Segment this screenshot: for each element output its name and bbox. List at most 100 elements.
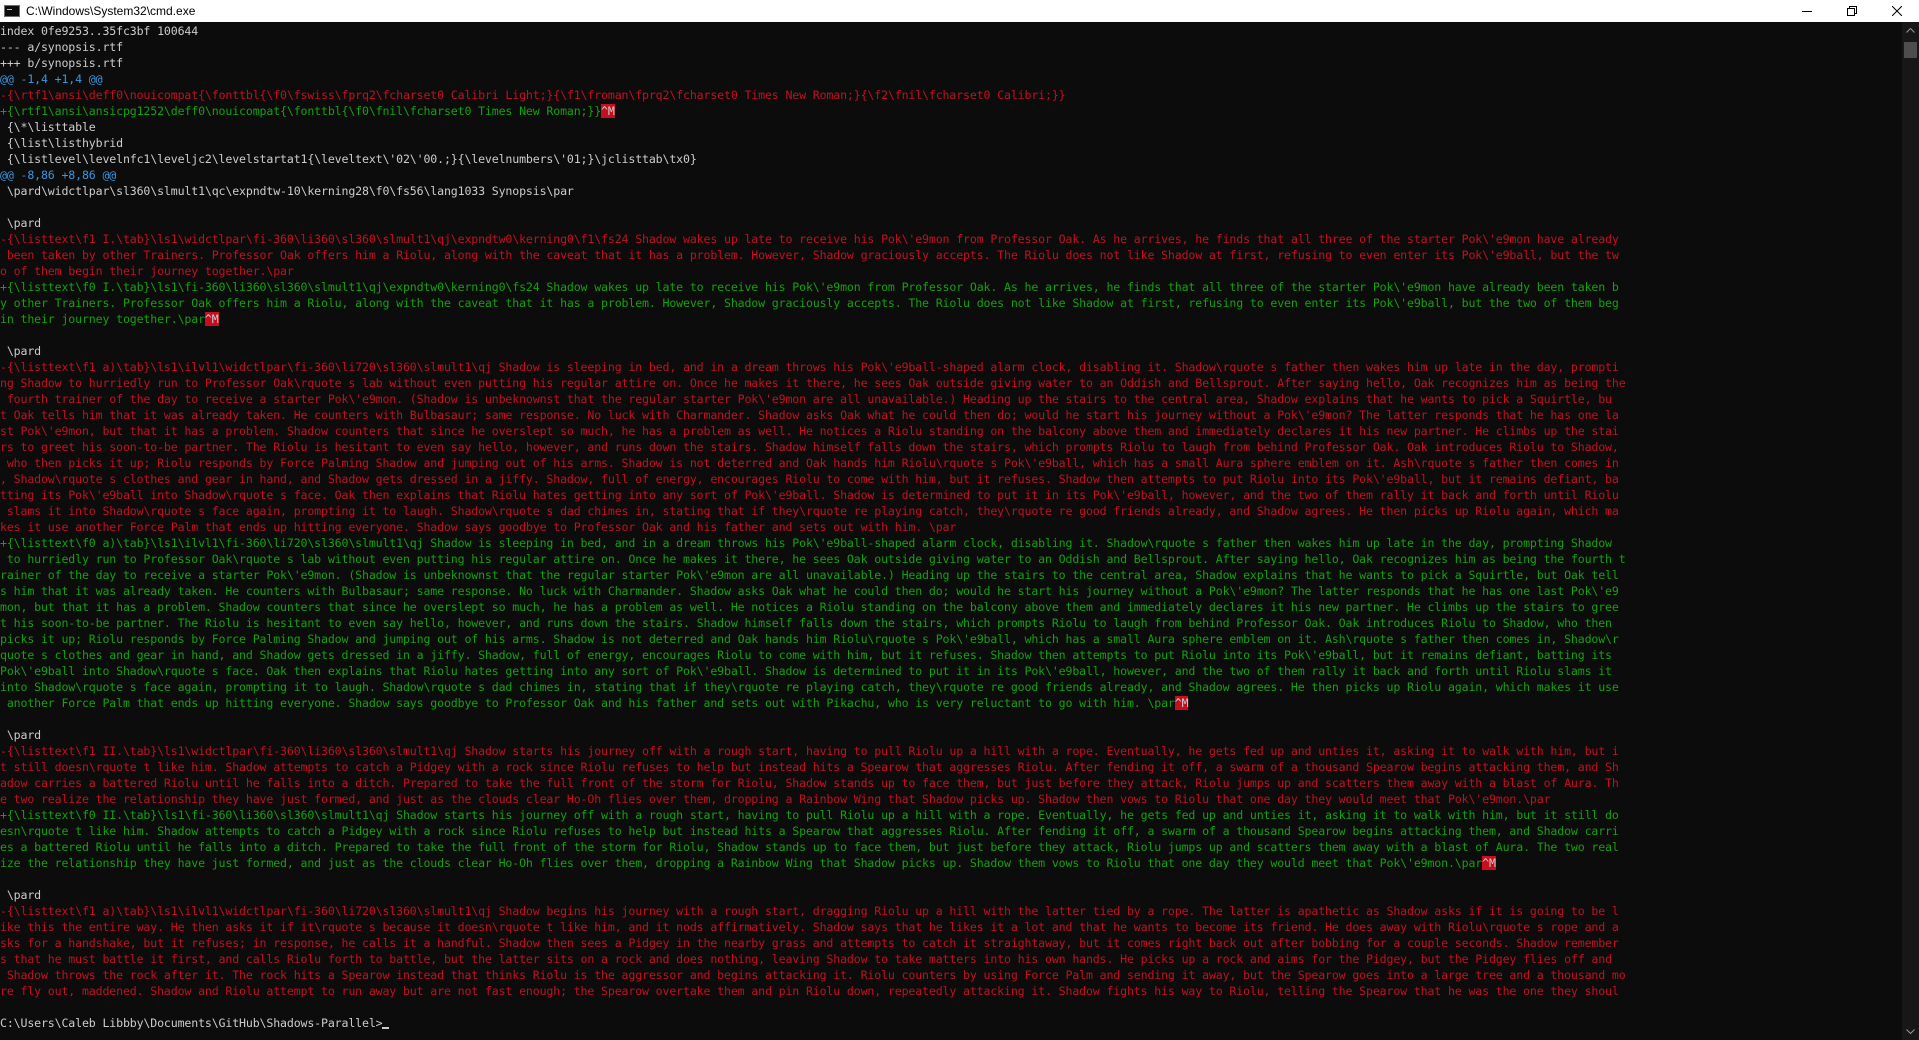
added-line: ize the relationship they have just form… (0, 855, 1900, 871)
cmd-icon (4, 5, 20, 17)
window-controls (1784, 0, 1919, 22)
line-text: \pard (0, 344, 41, 358)
deleted-line: t still doesn\rquote t like him. Shadow … (0, 759, 1900, 775)
command-prompt[interactable]: C:\Users\Caleb Libbby\Documents\GitHub\S… (0, 1015, 1900, 1031)
line-text: -{\listtext\f1 II.\tab}\ls1\widctlpar\fi… (0, 744, 1619, 758)
deleted-line: rs to greet his soon-to-be partner. The … (0, 439, 1900, 455)
line-text: t his soon-to-be partner. The Riolu is h… (0, 616, 1612, 630)
context-line (0, 327, 1900, 343)
restore-button[interactable] (1829, 0, 1874, 22)
line-text: sks for a handshake, but it refuses; in … (0, 936, 1619, 950)
restore-icon (1846, 6, 1857, 16)
deleted-line: been taken by other Trainers. Professor … (0, 247, 1900, 263)
scroll-up-arrow[interactable] (1902, 22, 1919, 39)
line-text: re fly out, maddened. Shadow and Riolu a… (0, 984, 1619, 998)
deleted-line: st Pok\'e9mon, but that it has a problem… (0, 423, 1900, 439)
line-text: t Oak tells him that it was already take… (0, 408, 1619, 422)
line-text: e two realize the relationship they have… (0, 792, 1551, 806)
line-text: Shadow throws the rock after it. The roc… (0, 968, 1626, 982)
deleted-line: s that he must battle it first, and call… (0, 951, 1900, 967)
added-line: picks it up; Riolu responds by Force Pal… (0, 631, 1900, 647)
minimize-button[interactable] (1784, 0, 1829, 22)
deleted-line: e two realize the relationship they have… (0, 791, 1900, 807)
added-line: quote s clothes and gear in hand, and Sh… (0, 647, 1900, 663)
chevron-down-icon (1906, 1029, 1915, 1034)
line-text: ize the relationship they have just form… (0, 856, 1483, 870)
added-line: +{\listtext\f0 a)\tab}\ls1\ilvl1\fi-360\… (0, 535, 1900, 551)
deleted-line: -{\listtext\f1 II.\tab}\ls1\widctlpar\fi… (0, 743, 1900, 759)
deleted-line: ike this the entire way. He then asks it… (0, 919, 1900, 935)
line-text: {\list\listhybrid (0, 136, 123, 150)
text-cursor (382, 1027, 390, 1029)
context-line: \pard\widctlpar\sl360\slmult1\qc\expndtw… (0, 183, 1900, 199)
line-text: tting its Pok\'e9ball into Shadow\rquote… (0, 488, 1619, 502)
console-window: C:\Windows\System32\cmd.exe index 0fe925… (0, 0, 1919, 1040)
minimize-icon (1801, 11, 1812, 12)
hunk-header-line: @@ -1,4 +1,4 @@ (0, 71, 1900, 87)
line-text: mon, but that it has a problem. Shadow c… (0, 600, 1619, 614)
context-line: \pard (0, 887, 1900, 903)
line-text: s him that it was already taken. He coun… (0, 584, 1619, 598)
line-text: y other Trainers. Professor Oak offers h… (0, 296, 1619, 310)
context-line: \pard (0, 343, 1900, 359)
diff-header-line: --- a/synopsis.rtf (0, 39, 1900, 55)
line-text: @@ -8,86 +8,86 @@ (0, 168, 117, 182)
line-text: {\*\listtable (0, 120, 96, 134)
added-line: another Force Palm that ends up hitting … (0, 695, 1900, 711)
added-line: to hurriedly run to Professor Oak\rquote… (0, 551, 1900, 567)
deleted-line: t Oak tells him that it was already take… (0, 407, 1900, 423)
context-line (0, 871, 1900, 887)
context-line (0, 711, 1900, 727)
line-text: --- a/synopsis.rtf (0, 40, 123, 54)
line-text: +++ b/synopsis.rtf (0, 56, 123, 70)
line-text: fourth trainer of the day to receive a s… (0, 392, 1612, 406)
line-text: +{\rtf1\ansi\ansicpg1252\deff0\nouicompa… (0, 104, 602, 118)
deleted-line: re fly out, maddened. Shadow and Riolu a… (0, 983, 1900, 999)
line-text: into Shadow\rquote s face again, prompti… (0, 680, 1619, 694)
added-line: in their journey together.\par^M (0, 311, 1900, 327)
added-line: t his soon-to-be partner. The Riolu is h… (0, 615, 1900, 631)
context-line: \pard (0, 215, 1900, 231)
added-line: Pok\'e9ball into Shadow\rquote s face. O… (0, 663, 1900, 679)
deleted-line: o of them begin their journey together.\… (0, 263, 1900, 279)
added-line: +{\rtf1\ansi\ansicpg1252\deff0\nouicompa… (0, 103, 1900, 119)
line-text: rainer of the day to receive a starter P… (0, 568, 1619, 582)
title-bar[interactable]: C:\Windows\System32\cmd.exe (0, 0, 1919, 22)
line-text: quote s clothes and gear in hand, and Sh… (0, 648, 1612, 662)
context-line: \pard (0, 727, 1900, 743)
console-output[interactable]: index 0fe9253..35fc3bf 100644 --- a/synop… (0, 22, 1900, 1040)
scrollbar-thumb[interactable] (1904, 42, 1917, 58)
scroll-down-arrow[interactable] (1902, 1023, 1919, 1040)
line-text: -{\listtext\f1 I.\tab}\ls1\widctlpar\fi-… (0, 232, 1619, 246)
line-text: \pard (0, 216, 41, 230)
line-text: -{\listtext\f1 a)\tab}\ls1\ilvl1\widctlp… (0, 904, 1619, 918)
added-line: esn\rquote t like him. Shadow attempts t… (0, 823, 1900, 839)
line-text: o of them begin their journey together.\… (0, 264, 294, 278)
deleted-line: who then picks it up; Riolu responds by … (0, 455, 1900, 471)
line-text: in their journey together.\par (0, 312, 205, 326)
vertical-scrollbar[interactable] (1902, 22, 1919, 1040)
line-text: , Shadow\rquote s clothes and gear in ha… (0, 472, 1619, 486)
whitespace-error-marker: ^M (1482, 856, 1496, 870)
line-text: -{\rtf1\ansi\deff0\nouicompat{\fonttbl{\… (0, 88, 1066, 102)
line-text: ike this the entire way. He then asks it… (0, 920, 1619, 934)
deleted-line: slams it into Shadow\rquote s face again… (0, 503, 1900, 519)
line-text: t still doesn\rquote t like him. Shadow … (0, 760, 1619, 774)
diff-header-line: index 0fe9253..35fc3bf 100644 (0, 23, 1900, 39)
deleted-line: -{\listtext\f1 I.\tab}\ls1\widctlpar\fi-… (0, 231, 1900, 247)
added-line: +{\listtext\f0 II.\tab}\ls1\fi-360\li360… (0, 807, 1900, 823)
close-icon (1891, 6, 1902, 16)
whitespace-error-marker: ^M (204, 312, 219, 326)
line-text: kes it use another Force Palm that ends … (0, 520, 957, 534)
added-line: es a battered Riolu until he falls into … (0, 839, 1900, 855)
line-text: Pok\'e9ball into Shadow\rquote s face. O… (0, 664, 1612, 678)
line-text: slams it into Shadow\rquote s face again… (0, 504, 1619, 518)
line-text: st Pok\'e9mon, but that it has a problem… (0, 424, 1619, 438)
context-line: {\listlevel\levelnfc1\leveljc2\levelstar… (0, 151, 1900, 167)
line-text: ng Shadow to hurriedly run to Professor … (0, 376, 1626, 390)
chevron-up-icon (1906, 28, 1915, 33)
close-button[interactable] (1874, 0, 1919, 22)
context-line (0, 199, 1900, 215)
context-line: {\*\listtable (0, 119, 1900, 135)
deleted-line: , Shadow\rquote s clothes and gear in ha… (0, 471, 1900, 487)
